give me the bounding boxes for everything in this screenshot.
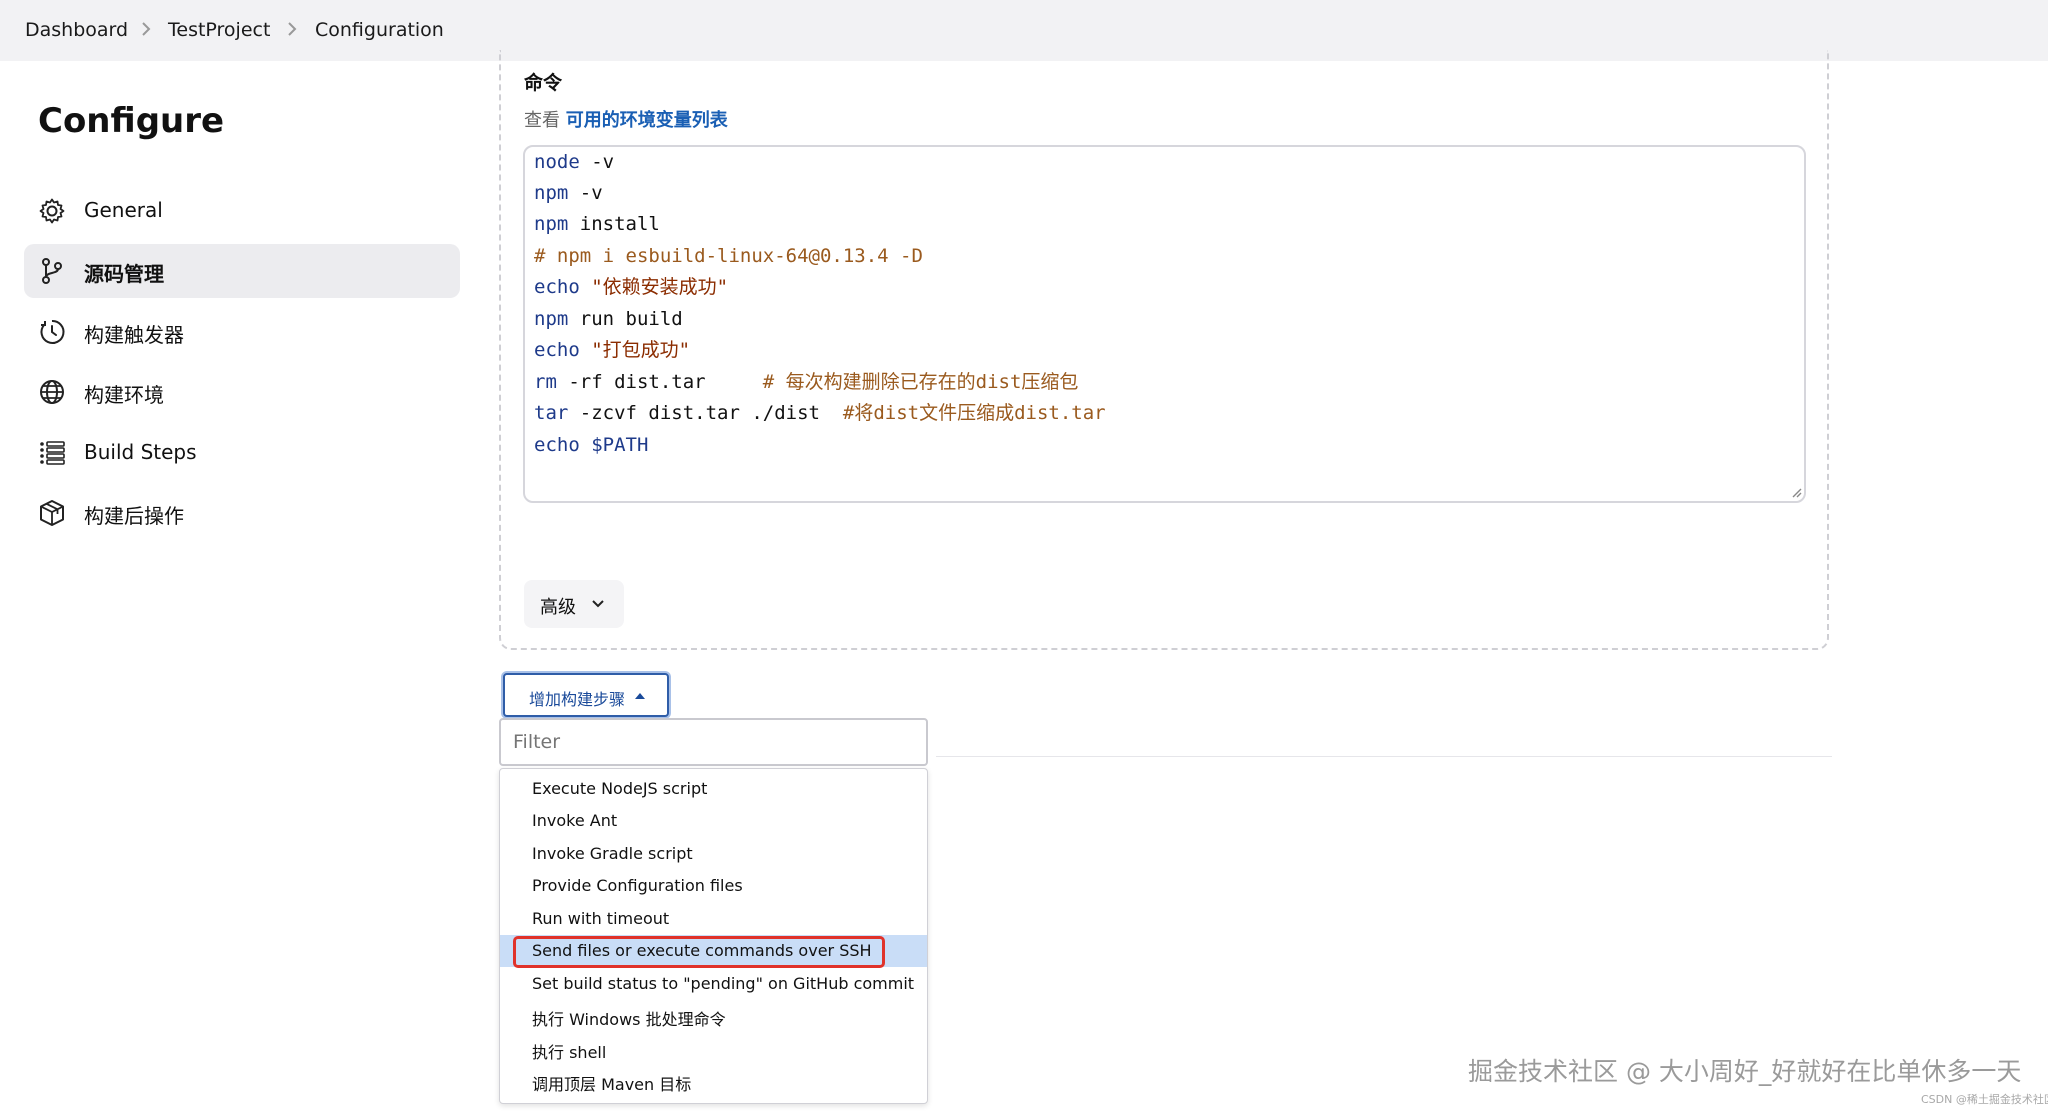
- dropdown-item[interactable]: 执行 shell: [500, 1033, 927, 1065]
- resize-handle-icon[interactable]: [1790, 486, 1802, 498]
- code-line: npm install: [534, 213, 660, 235]
- breadcrumb-configuration[interactable]: Configuration: [315, 19, 444, 41]
- divider: [936, 756, 1832, 757]
- sidebar-item-label: Build Steps: [84, 440, 197, 464]
- sidebar-item-post-build[interactable]: 构建后操作: [24, 486, 460, 540]
- sidebar-item-general[interactable]: General: [24, 184, 460, 238]
- chevron-right-icon: [288, 22, 297, 36]
- code-line: npm -v: [534, 182, 603, 204]
- sidebar-item-build-environment[interactable]: 构建环境: [24, 365, 460, 419]
- dropdown-item-label: Execute NodeJS script: [532, 779, 708, 798]
- dropdown-item[interactable]: Invoke Ant: [500, 805, 927, 837]
- breadcrumb-project[interactable]: TestProject: [168, 19, 270, 41]
- sidebar-item-label: 构建环境: [84, 383, 164, 407]
- sidebar-item-label: General: [84, 198, 163, 222]
- dropdown-item[interactable]: Invoke Gradle script: [500, 838, 927, 870]
- sidebar-item-source-control[interactable]: 源码管理: [24, 244, 460, 298]
- dropdown-item[interactable]: Run with timeout: [500, 903, 927, 935]
- code-line: echo "依赖安装成功": [534, 276, 729, 298]
- dropdown-item[interactable]: Provide Configuration files: [500, 870, 927, 902]
- code-line: echo "打包成功": [534, 339, 691, 361]
- dropdown-item[interactable]: 执行 Windows 批处理命令: [500, 1000, 927, 1032]
- code-line: rm -rf dist.tar # 每次构建删除已存在的dist压缩包: [534, 371, 1079, 393]
- dropdown-item-label: 执行 Windows 批处理命令: [532, 1010, 726, 1029]
- env-var-helper: 查看 可用的环境变量列表: [524, 106, 728, 132]
- sidebar-item-label: 构建触发器: [84, 323, 184, 347]
- advanced-button[interactable]: 高级: [524, 580, 624, 628]
- clock-icon: [40, 319, 65, 344]
- command-label: 命令: [524, 72, 563, 94]
- list-icon: [40, 441, 65, 465]
- caret-up-icon: [635, 693, 645, 699]
- chevron-right-icon: [142, 22, 151, 36]
- code-line: echo $PATH: [534, 434, 649, 456]
- dropdown-item-label: Provide Configuration files: [532, 876, 743, 895]
- sidebar-item-build-triggers[interactable]: 构建触发器: [24, 305, 460, 359]
- breadcrumb-dashboard[interactable]: Dashboard: [25, 19, 128, 41]
- dropdown-item[interactable]: Execute NodeJS script: [500, 773, 927, 805]
- code-line: node -v: [534, 151, 615, 173]
- dropdown-item-label: 调用顶层 Maven 目标: [532, 1075, 692, 1094]
- filter-input[interactable]: [499, 718, 928, 766]
- code-line: tar -zcvf dist.tar ./dist #将dist文件压缩成dis…: [534, 402, 1106, 424]
- gear-icon: [39, 198, 65, 224]
- command-textarea[interactable]: [523, 145, 1806, 503]
- package-icon: [40, 500, 64, 526]
- sidebar-item-build-steps[interactable]: Build Steps: [24, 426, 460, 480]
- code-line: # npm i esbuild-linux-64@0.13.4 -D: [534, 245, 923, 267]
- dropdown-item-label: Set build status to "pending" on GitHub …: [532, 974, 915, 993]
- dropdown-item-label: Invoke Gradle script: [532, 844, 693, 863]
- sidebar-item-label: 源码管理: [84, 262, 164, 286]
- chevron-down-icon: [592, 600, 604, 608]
- globe-icon: [40, 380, 64, 404]
- env-var-list-link[interactable]: 可用的环境变量列表: [566, 110, 728, 131]
- helper-prefix: 查看: [524, 110, 560, 131]
- page-title: Configure: [38, 101, 225, 141]
- advanced-button-label: 高级: [540, 597, 576, 618]
- dropdown-item-label: Invoke Ant: [532, 811, 618, 830]
- dropdown-item-label: Run with timeout: [532, 909, 670, 928]
- branch-icon: [42, 258, 62, 284]
- add-build-step-button[interactable]: 增加构建步骤: [503, 673, 669, 717]
- dropdown-item-label: 执行 shell: [532, 1043, 607, 1062]
- annotation-highlight-box: [513, 936, 885, 968]
- code-line: npm run build: [534, 308, 683, 330]
- dropdown-item[interactable]: Set build status to "pending" on GitHub …: [500, 968, 927, 1000]
- add-build-step-label: 增加构建步骤: [529, 690, 626, 709]
- watermark-text: 掘金技术社区 @ 大小周好_好就好在比单休多一天: [1468, 1057, 2022, 1086]
- sidebar-item-label: 构建后操作: [84, 504, 184, 528]
- dropdown-item[interactable]: 调用顶层 Maven 目标: [500, 1065, 927, 1097]
- watermark-small-text: CSDN @稀土掘金技术社区: [1921, 1093, 2048, 1106]
